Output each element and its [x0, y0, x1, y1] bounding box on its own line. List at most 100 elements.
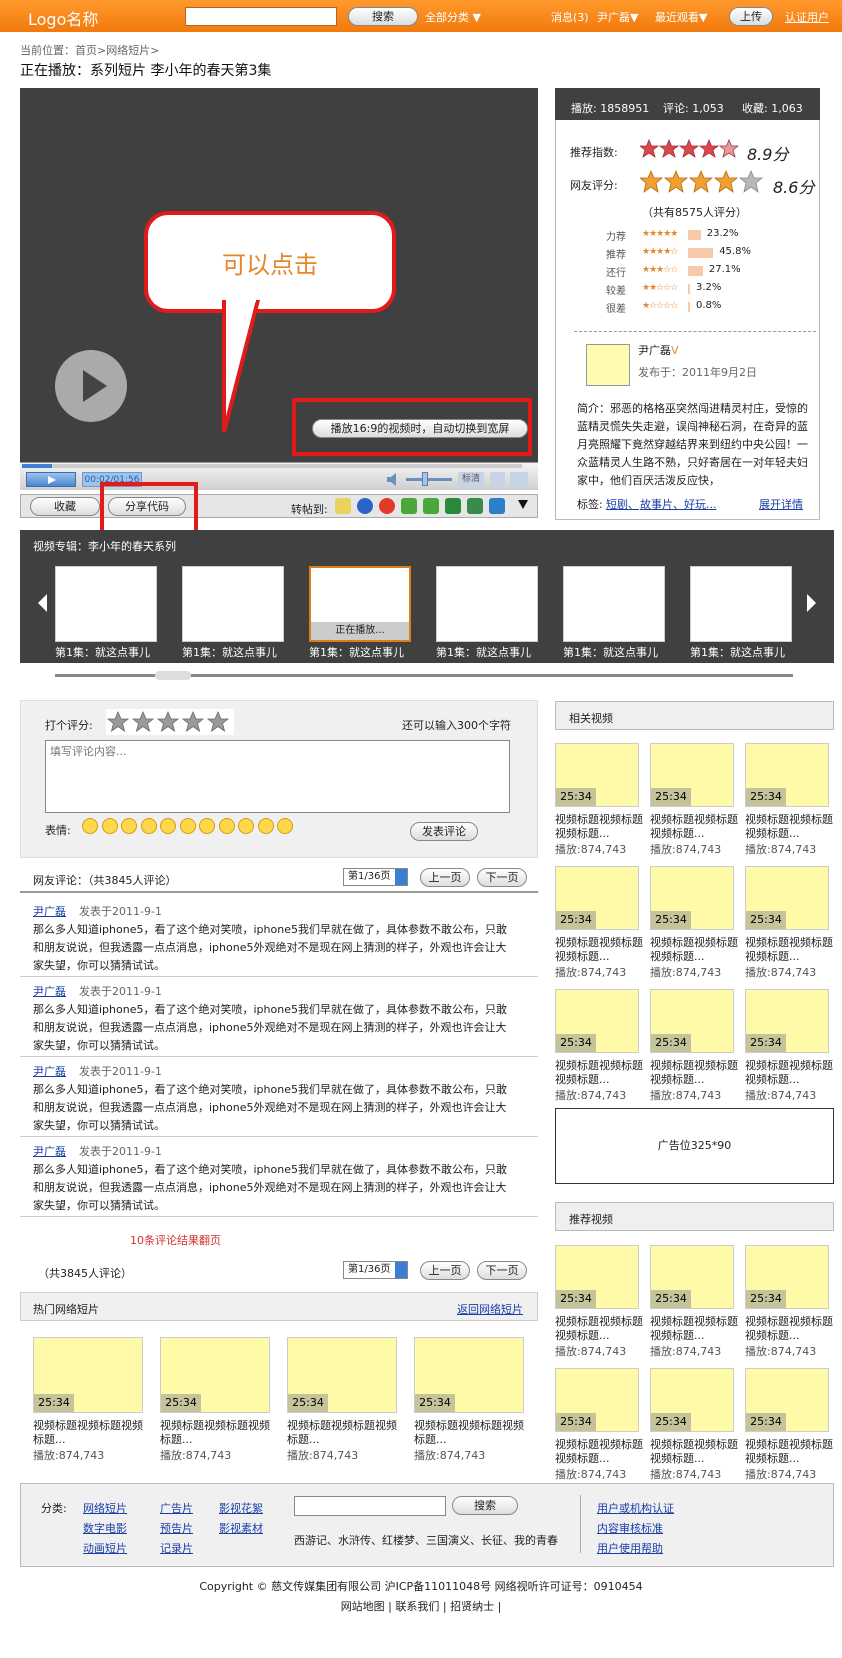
video-title-link[interactable]: 视频标题视频标题视频标题...: [555, 813, 645, 841]
video-title-link[interactable]: 视频标题视频标题视频标题...: [555, 1059, 645, 1087]
quality-button[interactable]: 标清: [458, 472, 484, 487]
footer-link[interactable]: 用户或机构认证: [597, 1500, 674, 1516]
footer-search-button[interactable]: 搜索: [452, 1496, 518, 1515]
user-menu[interactable]: 尹广磊▼: [597, 9, 638, 25]
video-title-link[interactable]: 视频标题视频标题视频标题...: [555, 1438, 645, 1466]
video-title-link[interactable]: 视频标题视频标题视频标题...: [555, 936, 645, 964]
share-site-icon[interactable]: [401, 498, 417, 514]
episode-thumbnail[interactable]: [436, 566, 538, 642]
video-title-link[interactable]: 视频标题视频标题视频标题...: [745, 813, 835, 841]
emoji-icon[interactable]: [179, 818, 196, 834]
site-logo[interactable]: Logo名称: [28, 6, 98, 30]
footer-category-link[interactable]: 网络短片: [83, 1500, 127, 1516]
video-thumbnail[interactable]: 25:34: [650, 1368, 734, 1432]
comment-input[interactable]: [45, 740, 510, 813]
search-input[interactable]: [185, 7, 337, 26]
episode-caption[interactable]: 第1集：就这点事儿: [182, 644, 302, 660]
share-site-icon[interactable]: [423, 498, 439, 514]
video-title-link[interactable]: 视频标题视频标题视频标题...: [650, 813, 740, 841]
video-thumbnail[interactable]: 25:34: [33, 1337, 143, 1413]
footer-category-link[interactable]: 预告片: [160, 1520, 193, 1536]
bottom-links[interactable]: 网站地图 | 联系我们 | 招贤纳士 |: [0, 1598, 842, 1614]
video-title-link[interactable]: 视频标题视频标题视频标题...: [160, 1419, 276, 1447]
video-thumbnail[interactable]: 25:34: [650, 1245, 734, 1309]
video-title-link[interactable]: 视频标题视频标题视频标题...: [287, 1419, 403, 1447]
video-thumbnail[interactable]: 25:34: [555, 743, 639, 807]
emoji-icon[interactable]: [121, 818, 137, 834]
share-site-icon[interactable]: [467, 498, 483, 514]
prev-page-button[interactable]: 上一页: [420, 1261, 470, 1280]
chevron-right-icon[interactable]: [807, 594, 816, 612]
video-title-link[interactable]: 视频标题视频标题视频标题...: [650, 1438, 740, 1466]
author-name[interactable]: 尹广磊V: [638, 342, 679, 358]
certify-user-link[interactable]: 认证用户: [785, 9, 829, 25]
page-select[interactable]: 第1/36页: [343, 868, 408, 886]
episode-thumbnail[interactable]: [563, 566, 665, 642]
wrench-icon[interactable]: [490, 472, 505, 487]
chevron-left-icon[interactable]: [38, 594, 47, 612]
emoji-icon[interactable]: [101, 818, 118, 834]
emoji-icon[interactable]: [199, 818, 215, 834]
search-button[interactable]: 搜索: [348, 7, 418, 26]
comment-user-link[interactable]: 尹广磊: [33, 1063, 66, 1079]
footer-category-link[interactable]: 广告片: [160, 1500, 193, 1516]
play-icon[interactable]: [55, 350, 127, 422]
video-title-link[interactable]: 视频标题视频标题视频标题...: [650, 1315, 740, 1343]
footer-link[interactable]: 用户使用帮助: [597, 1540, 663, 1556]
widescreen-toggle[interactable]: 播放16:9的视频时，自动切换到宽屏: [312, 419, 528, 438]
emoji-icon[interactable]: [257, 818, 274, 834]
all-categories-menu[interactable]: 全部分类 ▼: [425, 9, 481, 25]
video-thumbnail[interactable]: 25:34: [745, 743, 829, 807]
play-pause-button[interactable]: [26, 472, 76, 487]
emoji-icon[interactable]: [238, 818, 254, 834]
hot-keywords[interactable]: 西游记、水浒传、红楼梦、三国演义、长征、我的青春: [294, 1532, 558, 1548]
episode-thumbnail-active[interactable]: 正在播放...: [309, 566, 411, 642]
footer-category-link[interactable]: 影视素材: [219, 1520, 263, 1536]
submit-comment-button[interactable]: 发表评论: [410, 822, 478, 841]
volume-icon[interactable]: [386, 472, 402, 487]
episode-thumbnail[interactable]: [55, 566, 157, 642]
share-site-icon[interactable]: [357, 498, 373, 514]
footer-link[interactable]: 内容审核标准: [597, 1520, 663, 1536]
qq-icon[interactable]: [489, 498, 505, 514]
emoji-icon[interactable]: [160, 818, 176, 834]
footer-category-link[interactable]: 数字电影: [83, 1520, 127, 1536]
comment-user-link[interactable]: 尹广磊: [33, 1143, 66, 1159]
back-to-shorts-link[interactable]: 返回网络短片: [457, 1301, 523, 1317]
episode-caption[interactable]: 第1集：就这点事儿: [55, 644, 175, 660]
emoji-icon[interactable]: [82, 818, 98, 834]
tag-link[interactable]: 好玩...: [684, 496, 717, 512]
video-thumbnail[interactable]: 25:34: [414, 1337, 524, 1413]
footer-category-link[interactable]: 记录片: [160, 1540, 193, 1556]
share-site-icon[interactable]: [335, 498, 351, 514]
messages-link[interactable]: 消息(3): [551, 9, 589, 25]
fan-rating-stars[interactable]: [638, 169, 766, 197]
avatar[interactable]: [586, 344, 630, 386]
footer-category-link[interactable]: 影视花絮: [219, 1500, 263, 1516]
prev-page-button[interactable]: 上一页: [420, 868, 470, 887]
episode-caption[interactable]: 第1集：就这点事儿: [690, 644, 810, 660]
favorite-button[interactable]: 收藏: [30, 497, 100, 516]
video-thumbnail[interactable]: 25:34: [745, 1245, 829, 1309]
next-page-button[interactable]: 下一页: [477, 868, 527, 887]
footer-search-input[interactable]: [294, 1496, 446, 1516]
video-thumbnail[interactable]: 25:34: [287, 1337, 397, 1413]
video-title-link[interactable]: 视频标题视频标题视频标题...: [745, 936, 835, 964]
share-site-icon[interactable]: [445, 498, 461, 514]
weibo-icon[interactable]: [379, 498, 395, 514]
fullscreen-icon[interactable]: [510, 472, 528, 487]
tag-link[interactable]: 短剧、: [606, 496, 639, 512]
episode-thumbnail[interactable]: [182, 566, 284, 642]
video-title-link[interactable]: 视频标题视频标题视频标题...: [414, 1419, 530, 1447]
album-scroll-handle[interactable]: [155, 671, 191, 680]
episode-caption[interactable]: 第1集：就这点事儿: [563, 644, 683, 660]
video-title-link[interactable]: 视频标题视频标题视频标题...: [33, 1419, 149, 1447]
emoji-icon[interactable]: [277, 818, 293, 834]
video-thumbnail[interactable]: 25:34: [555, 866, 639, 930]
volume-handle[interactable]: [422, 472, 428, 486]
video-title-link[interactable]: 视频标题视频标题视频标题...: [745, 1315, 835, 1343]
recent-menu[interactable]: 最近观看▼: [655, 9, 707, 25]
video-title-link[interactable]: 视频标题视频标题视频标题...: [745, 1059, 835, 1087]
episode-caption[interactable]: 第1集：就这点事儿: [309, 644, 429, 660]
video-thumbnail[interactable]: 25:34: [745, 1368, 829, 1432]
